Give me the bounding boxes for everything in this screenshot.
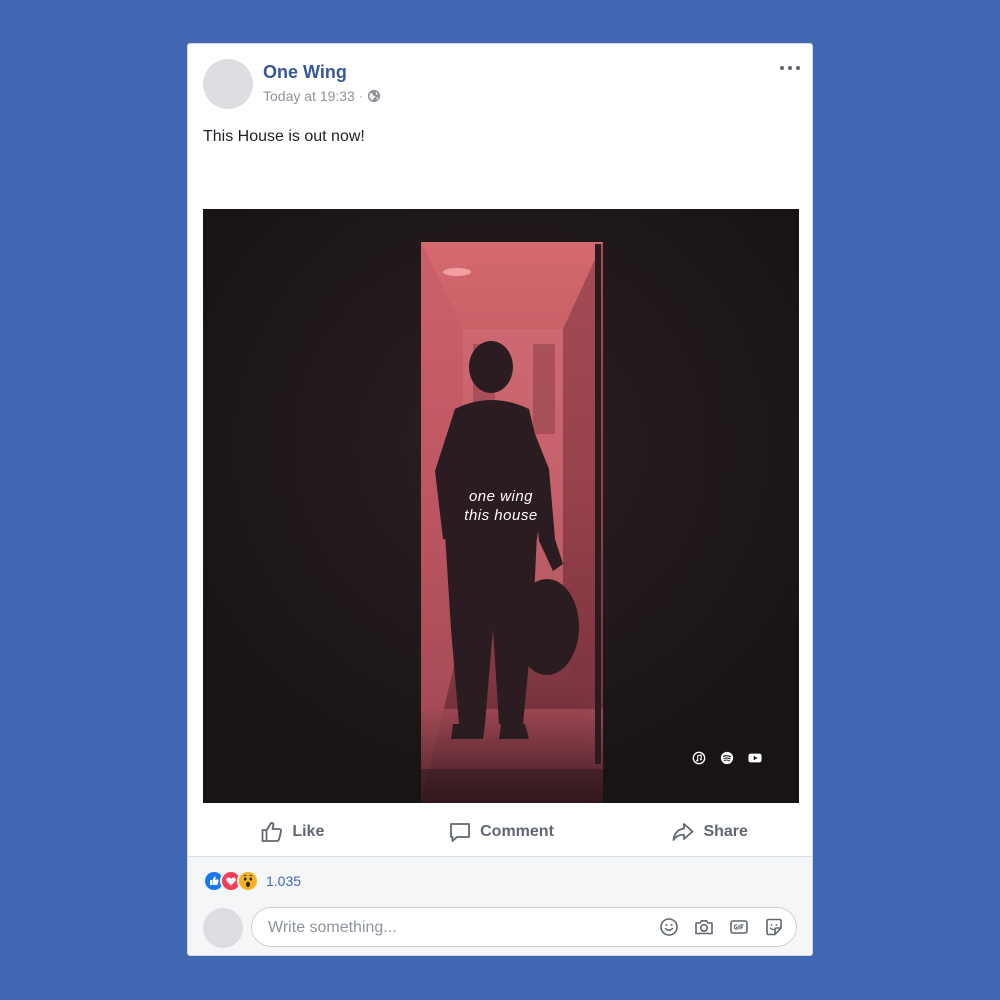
thumbs-up-icon <box>261 821 283 842</box>
artwork-artist: one wing <box>468 488 534 505</box>
like-label: Like <box>292 822 325 840</box>
spotify-icon <box>720 751 734 765</box>
meta-separator: · <box>358 89 363 103</box>
commenter-avatar <box>203 908 243 948</box>
artwork-title: one wing this house <box>203 487 799 525</box>
like-button[interactable]: Like <box>188 820 397 844</box>
post-timestamp[interactable]: Today at 19:33 <box>263 88 355 104</box>
post-card: One Wing Today at 19:33 · This House is … <box>187 43 813 956</box>
share-label: Share <box>703 822 748 840</box>
reaction-count[interactable]: 1.035 <box>266 873 301 889</box>
post-footer: 1.035 <box>188 856 812 955</box>
share-icon <box>673 822 694 841</box>
youtube-icon <box>748 753 762 763</box>
author-name[interactable]: One Wing <box>263 62 347 83</box>
globe-icon[interactable] <box>367 89 381 103</box>
comment-button[interactable]: Comment <box>397 820 606 844</box>
comment-icon <box>450 822 471 842</box>
post-text: This House is out now! <box>203 128 365 145</box>
comment-tools <box>659 917 784 937</box>
comment-label: Comment <box>480 822 554 840</box>
action-bar: Like Comment Share <box>188 809 812 854</box>
platform-icons <box>692 751 762 765</box>
post-meta: Today at 19:33 · <box>263 88 381 104</box>
reactions-summary[interactable]: 1.035 <box>203 870 301 892</box>
camera-icon[interactable] <box>694 917 714 937</box>
itunes-icon <box>692 751 706 765</box>
artwork-song: this house <box>464 507 538 524</box>
wow-reaction-icon <box>237 870 259 892</box>
emoji-icon[interactable] <box>659 917 679 937</box>
post-image[interactable]: one wing this house <box>203 209 799 803</box>
gif-icon[interactable] <box>729 917 749 937</box>
comment-input[interactable] <box>266 908 630 948</box>
sticker-icon[interactable] <box>764 917 784 937</box>
share-button[interactable]: Share <box>605 820 812 844</box>
author-avatar[interactable] <box>203 59 253 109</box>
more-options-icon[interactable] <box>780 60 800 76</box>
comment-box <box>251 907 797 948</box>
